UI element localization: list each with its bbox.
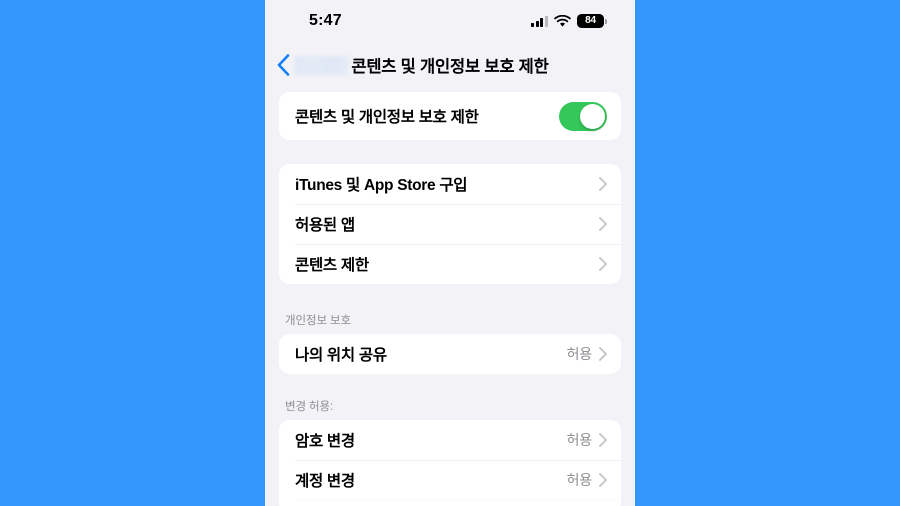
row-content-privacy-restrictions[interactable]: 콘텐츠 및 개인정보 보호 제한 (279, 92, 621, 140)
card-allow-changes: 암호 변경 허용 계정 변경 허용 (279, 420, 621, 506)
section-restrictions-toggle: 콘텐츠 및 개인정보 보호 제한 (279, 92, 621, 140)
screenshot-stage: 5:47 84 콘텐츠 및 개인정보 보호 제한 콘텐츠 및 개인정보 보호 제… (0, 0, 900, 506)
status-bar: 5:47 84 (265, 0, 635, 44)
row-label: iTunes 및 App Store 구입 (295, 177, 468, 194)
row-label: 계정 변경 (295, 473, 355, 490)
chevron-right-icon (599, 347, 607, 361)
row-label: 콘텐츠 제한 (295, 257, 369, 274)
status-time: 5:47 (309, 12, 342, 29)
navigation-bar: 콘텐츠 및 개인정보 보호 제한 (265, 44, 635, 92)
restrictions-toggle-switch[interactable] (559, 101, 607, 131)
row-passcode-changes[interactable]: 암호 변경 허용 (279, 420, 621, 460)
row-label: 나의 위치 공유 (295, 347, 387, 364)
chevron-right-icon (599, 217, 607, 231)
status-indicators: 84 (531, 14, 607, 28)
chevron-right-icon (599, 257, 607, 271)
wifi-icon (554, 14, 571, 27)
background-right-panel (635, 0, 900, 506)
card-privacy: 나의 위치 공유 허용 (279, 334, 621, 374)
section-header-privacy: 개인정보 보호 (285, 315, 351, 327)
chevron-right-icon (599, 473, 607, 487)
battery-percent-label: 84 (585, 15, 596, 26)
row-partial-cut-off[interactable] (279, 500, 621, 506)
section-privacy: 개인정보 보호 나의 위치 공유 허용 (279, 312, 621, 374)
row-label: 콘텐츠 및 개인정보 보호 제한 (295, 109, 479, 126)
section-store-and-apps: iTunes 및 App Store 구입 허용된 앱 콘텐츠 제한 (279, 164, 621, 284)
page-title: 콘텐츠 및 개인정보 보호 제한 (351, 58, 549, 76)
row-share-my-location[interactable]: 나의 위치 공유 허용 (279, 334, 621, 374)
row-value: 허용 (566, 432, 593, 448)
row-account-changes[interactable]: 계정 변경 허용 (279, 460, 621, 500)
cellular-bars-icon (531, 15, 548, 27)
row-allowed-apps[interactable]: 허용된 앱 (279, 204, 621, 244)
phone-screen: 5:47 84 콘텐츠 및 개인정보 보호 제한 콘텐츠 및 개인정보 보호 제… (265, 0, 635, 506)
row-itunes-app-store-purchases[interactable]: iTunes 및 App Store 구입 (279, 164, 621, 204)
card-store-and-apps: iTunes 및 App Store 구입 허용된 앱 콘텐츠 제한 (279, 164, 621, 284)
chevron-right-icon (599, 433, 607, 447)
section-header-allow-changes: 변경 허용: (285, 401, 334, 413)
row-value: 허용 (566, 472, 593, 488)
card-restrictions-toggle: 콘텐츠 및 개인정보 보호 제한 (279, 92, 621, 140)
section-allow-changes: 변경 허용: 암호 변경 허용 계정 변경 허용 (279, 398, 621, 506)
chevron-right-icon (599, 177, 607, 191)
background-left-panel (0, 0, 265, 506)
row-label: 허용된 앱 (295, 217, 355, 234)
row-content-restrictions[interactable]: 콘텐츠 제한 (279, 244, 621, 284)
row-value: 허용 (566, 346, 593, 362)
battery-icon: 84 (577, 14, 607, 28)
row-label: 암호 변경 (295, 433, 355, 450)
toggle-knob (580, 103, 605, 129)
